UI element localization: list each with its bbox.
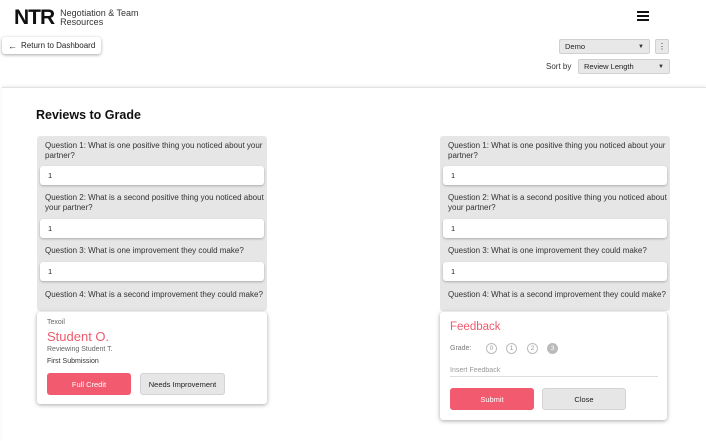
grade-option-2[interactable]: 2 [527, 343, 538, 354]
chevron-down-icon: ▼ [638, 43, 644, 50]
feedback-title: Feedback [450, 321, 501, 333]
hamburger-menu-icon[interactable] [637, 11, 649, 21]
chevron-down-icon: ▼ [658, 63, 664, 70]
grade-option-1[interactable]: 1 [506, 343, 517, 354]
question-label: Question 3: What is one improvement they… [45, 246, 244, 255]
student-name: Student O. [47, 329, 110, 344]
submit-button[interactable]: Submit [450, 388, 534, 410]
question-label: Question 1: What is one positive thing y… [45, 141, 263, 160]
sort-select-value: Review Length [584, 62, 634, 71]
demo-select-value: Demo [565, 42, 586, 51]
answer-field: 1 [443, 166, 667, 185]
arrow-left-icon: ← [8, 40, 17, 51]
question-label: Question 2: What is a second positive th… [45, 193, 264, 212]
question-label: Question 4: What is a second improvement… [45, 290, 263, 299]
kebab-menu-icon[interactable]: ⋮ [655, 39, 669, 54]
reviewing-label: Reviewing Student T. [47, 346, 113, 353]
return-to-dashboard-button[interactable]: ← Return to Dashboard [2, 37, 102, 54]
ntr-logo[interactable]: NTR Negotiation & Team Resources [14, 6, 150, 30]
answer-field: 1 [40, 166, 264, 185]
question-label: Question 3: What is one improvement they… [448, 246, 647, 255]
sort-by-label: Sort by [546, 62, 572, 71]
team-name: Texoil [47, 319, 65, 326]
logo-mark: NTR [14, 6, 55, 29]
question-label: Question 4: What is a second improvement… [448, 290, 666, 299]
review-questions-right: Question 1: What is one positive thing y… [440, 136, 670, 311]
answer-field: 1 [40, 262, 264, 281]
top-bar: NTR Negotiation & Team Resources ← Retur… [0, 0, 706, 88]
feedback-card: Feedback Grade: 0 1 2 3 Submit Close [440, 312, 667, 420]
student-card: Texoil Student O. Reviewing Student T. F… [37, 312, 267, 404]
demo-select[interactable]: Demo ▼ [559, 39, 650, 54]
feedback-input[interactable] [450, 364, 658, 377]
sort-select[interactable]: Review Length ▼ [578, 59, 670, 74]
answer-field: 1 [443, 219, 667, 238]
question-label: Question 2: What is a second positive th… [448, 193, 667, 212]
review-questions-left: Question 1: What is one positive thing y… [37, 136, 267, 311]
submission-label: First Submission [47, 358, 99, 365]
question-label: Question 1: What is one positive thing y… [448, 141, 666, 160]
return-label: Return to Dashboard [21, 41, 96, 50]
answer-field: 1 [40, 219, 264, 238]
needs-improvement-button[interactable]: Needs Improvement [140, 373, 225, 395]
page-title: Reviews to Grade [36, 108, 141, 122]
grade-label: Grade: [450, 345, 472, 352]
grade-option-0[interactable]: 0 [486, 343, 497, 354]
close-button[interactable]: Close [542, 388, 626, 410]
full-credit-button[interactable]: Full Credit [47, 373, 131, 395]
answer-field: 1 [443, 262, 667, 281]
grade-option-3[interactable]: 3 [547, 343, 558, 354]
logo-text: Negotiation & Team Resources [60, 8, 139, 27]
